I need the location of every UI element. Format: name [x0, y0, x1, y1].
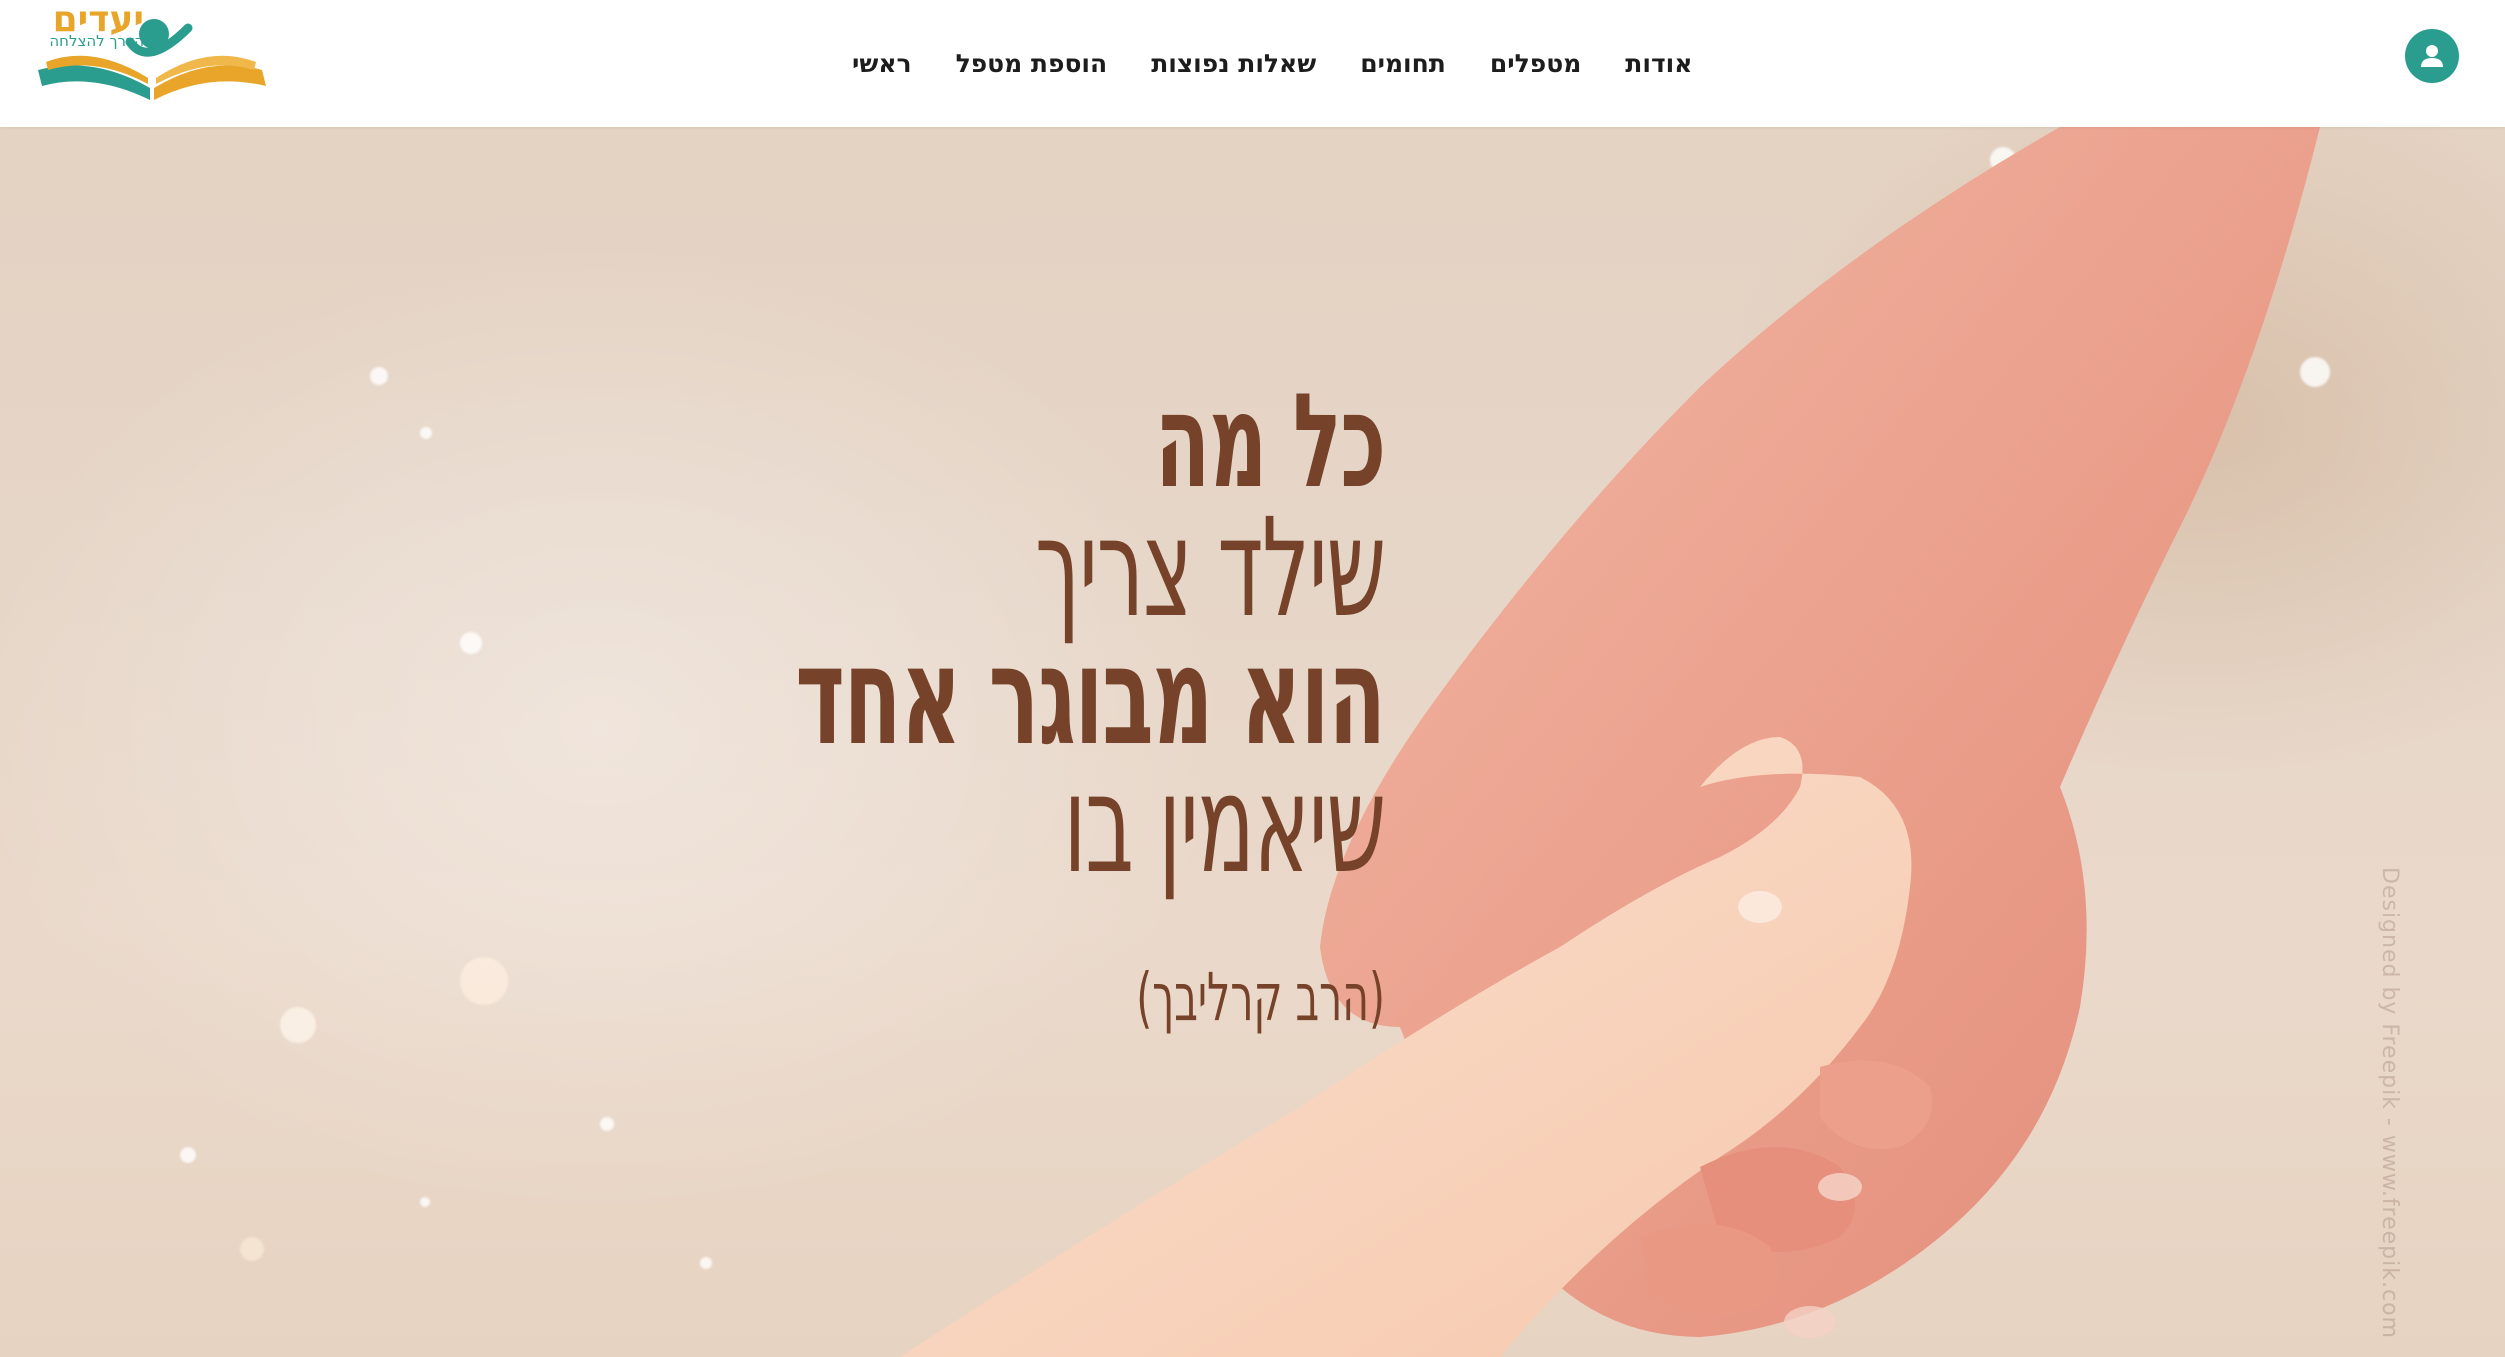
- site-header: יעדים הדרך להצלחה ראשי הוספת מטפל שאלות …: [0, 0, 2505, 127]
- nav-item-therapists[interactable]: מטפלים: [1468, 44, 1603, 84]
- quote-author: (הרב קרליבך): [1136, 959, 1385, 1036]
- logo-subtitle: הדרך להצלחה: [49, 32, 144, 50]
- site-logo[interactable]: יעדים הדרך להצלחה: [38, 0, 268, 105]
- main-nav: ראשי הוספת מטפל שאלות נפוצות תחומים מטפל…: [830, 44, 1714, 84]
- nav-item-about[interactable]: אודות: [1603, 44, 1714, 84]
- page: יעדים הדרך להצלחה ראשי הוספת מטפל שאלות …: [0, 0, 2505, 1357]
- nav-item-faq[interactable]: שאלות נפוצות: [1129, 44, 1338, 84]
- image-credit-watermark: Designed by Freepik - www.freepik.com: [2377, 867, 2402, 1339]
- user-account-button[interactable]: [2405, 29, 2459, 83]
- quote-line-2: שילד צריך: [1035, 490, 1386, 648]
- quote-line-1: כל מה: [1155, 365, 1386, 517]
- hero-banner: כל מה שילד צריך הוא מבוגר אחד שיאמין בו …: [0, 127, 2505, 1357]
- user-icon: [2421, 45, 2443, 67]
- nav-item-add-therapist[interactable]: הוספת מטפל: [934, 44, 1130, 84]
- quote-line-3: הוא מבוגר אחד: [795, 618, 1386, 776]
- hero-quote: כל מה שילד צריך הוא מבוגר אחד שיאמין בו …: [795, 365, 1387, 1036]
- nav-item-home[interactable]: ראשי: [830, 44, 934, 84]
- nav-item-fields[interactable]: תחומים: [1338, 44, 1468, 84]
- quote-line-4: שיאמין בו: [1063, 746, 1387, 904]
